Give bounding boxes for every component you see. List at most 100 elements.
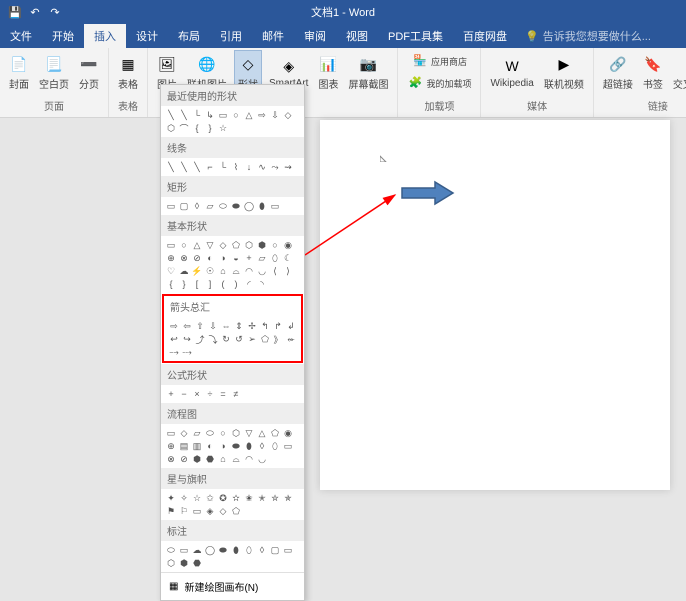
shape-co-11[interactable]: ⬡ — [165, 557, 177, 569]
chart-button[interactable]: 📊图表 — [315, 50, 341, 95]
shape-b37[interactable]: ◜ — [243, 278, 255, 290]
shape-eq-eq[interactable]: = — [217, 388, 229, 400]
document-page[interactable] — [320, 120, 670, 490]
shape-b35[interactable]: ( — [217, 278, 229, 290]
shape-arrow-bent3[interactable]: ↲ — [285, 320, 297, 332]
tell-me[interactable]: 💡告诉我您想要做什么... — [525, 28, 651, 44]
shape-b3[interactable]: △ — [191, 239, 203, 251]
shape-arrow-left[interactable]: ⇦ — [181, 320, 193, 332]
shape-line-2[interactable]: ╲ — [178, 161, 190, 173]
screenshot-button[interactable]: 📷屏幕截图 — [345, 50, 391, 95]
shape-rect-6[interactable]: ⬬ — [230, 200, 242, 212]
shape-b13[interactable]: ⊘ — [191, 252, 203, 264]
shape-b34[interactable]: ] — [204, 278, 216, 290]
shape-b26[interactable]: ⌓ — [230, 265, 242, 277]
shape-eq-minus[interactable]: − — [178, 388, 190, 400]
shape-st-2[interactable]: ✧ — [178, 492, 190, 504]
shape-fc-18[interactable]: ◊ — [256, 440, 268, 452]
shape-b20[interactable]: ☾ — [282, 252, 294, 264]
shape-fc-23[interactable]: ⬢ — [191, 453, 203, 465]
shape-b12[interactable]: ⊗ — [178, 252, 190, 264]
inserted-arrow-shape[interactable] — [400, 180, 455, 206]
shape-arrow-up[interactable]: ⇧ — [194, 320, 206, 332]
shape-b11[interactable]: ⊕ — [165, 252, 177, 264]
shape-line-1[interactable]: ╲ — [165, 161, 177, 173]
shape-st-13[interactable]: ▭ — [191, 505, 203, 517]
shape-connector2[interactable]: ↳ — [204, 109, 216, 121]
tab-mailings[interactable]: 邮件 — [252, 24, 294, 48]
tab-review[interactable]: 审阅 — [294, 24, 336, 48]
shape-line[interactable]: ╲ — [165, 109, 177, 121]
save-icon[interactable]: 💾 — [8, 5, 22, 19]
tab-insert[interactable]: 插入 — [84, 24, 126, 48]
store-button[interactable]: 🏪应用商店 — [404, 50, 474, 70]
shape-fc-15[interactable]: ◑ — [217, 440, 229, 452]
shape-curve[interactable]: ⌒ — [178, 122, 190, 134]
tab-file[interactable]: 文件 — [0, 24, 42, 48]
shape-brace[interactable]: { — [191, 122, 203, 134]
shape-co-3[interactable]: ☁ — [191, 544, 203, 556]
shape-b32[interactable]: } — [178, 278, 190, 290]
shape-b19[interactable]: ⬯ — [269, 252, 281, 264]
shape-rect-3[interactable]: ◊ — [191, 200, 203, 212]
shape-fc-21[interactable]: ⊗ — [165, 453, 177, 465]
shape-b27[interactable]: ◠ — [243, 265, 255, 277]
shape-arrow-uturn[interactable]: ↩ — [168, 333, 180, 345]
shape-co-13[interactable]: ⬣ — [191, 557, 203, 569]
shape-callout[interactable]: ◇ — [282, 109, 294, 121]
shape-b1[interactable]: ▭ — [165, 239, 177, 251]
shape-b21[interactable]: ♡ — [165, 265, 177, 277]
shape-st-5[interactable]: ✪ — [217, 492, 229, 504]
shape-arrow-r[interactable]: ⇨ — [256, 109, 268, 121]
shape-arrow-bent2[interactable]: ↱ — [272, 320, 284, 332]
shape-arrow-ud[interactable]: ⇕ — [233, 320, 245, 332]
shape-st-12[interactable]: ⚐ — [178, 505, 190, 517]
bookmark-button[interactable]: 🔖书签 — [640, 50, 666, 95]
shape-fc-17[interactable]: ⬮ — [243, 440, 255, 452]
shape-b18[interactable]: ▱ — [256, 252, 268, 264]
shape-co-7[interactable]: ⬯ — [243, 544, 255, 556]
shape-fc-2[interactable]: ◇ — [178, 427, 190, 439]
shape-b14[interactable]: ◐ — [204, 252, 216, 264]
shape-arrow-notch[interactable]: ➢ — [246, 333, 258, 345]
shape-st-3[interactable]: ☆ — [191, 492, 203, 504]
shape-b30[interactable]: ⟩ — [282, 265, 294, 277]
shape-b15[interactable]: ◑ — [217, 252, 229, 264]
shape-brace2[interactable]: } — [204, 122, 216, 134]
shape-fc-27[interactable]: ◠ — [243, 453, 255, 465]
shape-line2[interactable]: ╲ — [178, 109, 190, 121]
shape-co-5[interactable]: ⬬ — [217, 544, 229, 556]
shape-fc-16[interactable]: ⬬ — [230, 440, 242, 452]
shape-arrow-stripe2[interactable]: ⤏ — [181, 346, 193, 358]
redo-icon[interactable]: ↷ — [48, 5, 62, 19]
shape-co-1[interactable]: ⬭ — [165, 544, 177, 556]
shape-arrow-right[interactable]: ⇨ — [168, 320, 180, 332]
shape-fc-3[interactable]: ▱ — [191, 427, 203, 439]
shape-co-6[interactable]: ⬮ — [230, 544, 242, 556]
shape-line-6[interactable]: ⌇ — [230, 161, 242, 173]
shape-line-10[interactable]: ⇝ — [282, 161, 294, 173]
blank-page-button[interactable]: 📃空白页 — [36, 50, 72, 95]
shape-b29[interactable]: ⟨ — [269, 265, 281, 277]
shape-st-1[interactable]: ✦ — [165, 492, 177, 504]
undo-icon[interactable]: ↶ — [28, 5, 42, 19]
shape-rect-9[interactable]: ▭ — [269, 200, 281, 212]
shape-fc-13[interactable]: ▥ — [191, 440, 203, 452]
cover-page-button[interactable]: 📄封面 — [6, 50, 32, 95]
shape-st-9[interactable]: ✮ — [269, 492, 281, 504]
shape-b22[interactable]: ☁ — [178, 265, 190, 277]
shape-line-5[interactable]: └ — [217, 161, 229, 173]
shape-st-15[interactable]: ◇ — [217, 505, 229, 517]
shape-b31[interactable]: { — [165, 278, 177, 290]
shape-rect-7[interactable]: ◯ — [243, 200, 255, 212]
shape-b24[interactable]: ☉ — [204, 265, 216, 277]
shape-fc-24[interactable]: ⬣ — [204, 453, 216, 465]
shape-arrow-circ[interactable]: ↻ — [220, 333, 232, 345]
shape-co-10[interactable]: ▭ — [282, 544, 294, 556]
shape-eq-mult[interactable]: × — [191, 388, 203, 400]
shape-st-8[interactable]: ✭ — [256, 492, 268, 504]
shape-line-4[interactable]: ⌐ — [204, 161, 216, 173]
tab-home[interactable]: 开始 — [42, 24, 84, 48]
shape-b8[interactable]: ⬢ — [256, 239, 268, 251]
hyperlink-button[interactable]: 🔗超链接 — [600, 50, 636, 95]
